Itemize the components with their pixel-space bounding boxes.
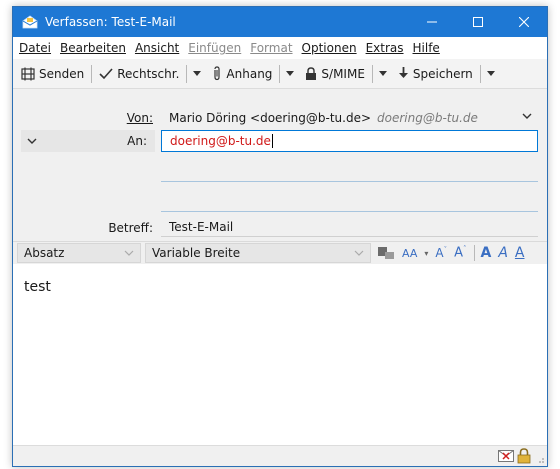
message-body-editor[interactable]: test <box>13 264 547 445</box>
format-toolbar: Absatz Variable Breite AA ▾ Aˇ Aˆ A A A <box>13 241 547 263</box>
spellcheck-dropdown[interactable] <box>190 62 204 86</box>
window-title: Verfassen: Test-E-Mail <box>45 15 176 29</box>
larger-text-icon[interactable]: Aˆ <box>454 245 466 260</box>
save-dropdown[interactable] <box>484 62 498 86</box>
dropdown-arrow-icon <box>486 71 495 76</box>
smime-button[interactable]: S/MIME <box>301 62 369 86</box>
menu-extras[interactable]: Extras <box>366 41 404 55</box>
menu-einfuegen[interactable]: Einfügen <box>188 41 241 55</box>
spellcheck-button[interactable]: Rechtschr. <box>95 62 183 86</box>
attach-button[interactable]: Anhang <box>208 62 276 86</box>
from-selector[interactable]: Mario Döring <doering@b-tu.de> doering@b… <box>161 108 536 128</box>
chevron-down-icon <box>124 250 134 256</box>
close-button[interactable] <box>501 7 547 37</box>
text-color-icon[interactable] <box>378 245 398 261</box>
compose-toolbar: Senden Rechtschr. Anhang S/MIME Speicher… <box>13 59 547 89</box>
menu-format[interactable]: Format <box>250 41 292 55</box>
from-label: Von: <box>126 111 153 125</box>
text-cursor <box>271 134 273 148</box>
bold-icon[interactable]: A <box>481 245 492 261</box>
lock-icon <box>306 67 317 80</box>
dropdown-arrow-icon[interactable]: ▾ <box>424 249 428 258</box>
toolbar-separator <box>91 64 93 83</box>
dropdown-arrow-icon <box>378 71 387 76</box>
signature-status-icon[interactable] <box>498 450 514 462</box>
menu-hilfe[interactable]: Hilfe <box>413 41 440 55</box>
resize-grip-icon[interactable] <box>535 454 545 464</box>
download-arrow-icon <box>398 67 408 78</box>
font-select[interactable]: Variable Breite <box>145 243 371 263</box>
compose-app-icon <box>22 15 38 29</box>
menu-bearbeiten[interactable]: Bearbeiten <box>60 41 126 55</box>
to-label: An: <box>127 134 147 148</box>
smime-dropdown[interactable] <box>376 62 390 86</box>
compose-window: Verfassen: Test-E-Mail Datei Bearbeiten … <box>12 6 548 467</box>
menu-ansicht[interactable]: Ansicht <box>135 41 179 55</box>
dropdown-arrow-icon <box>286 71 295 76</box>
text-size-icon[interactable]: AA <box>402 247 417 260</box>
to-address-value: doering@b-tu.de <box>170 134 271 148</box>
maximize-button[interactable] <box>455 7 501 37</box>
send-icon <box>21 67 35 80</box>
format-separator <box>473 245 475 261</box>
chevron-down-icon <box>522 113 532 119</box>
minimize-button[interactable] <box>409 7 455 37</box>
menu-bar: Datei Bearbeiten Ansicht Einfügen Format… <box>13 37 547 59</box>
message-header: Von: Mario Döring <doering@b-tu.de> doer… <box>13 90 547 241</box>
close-icon <box>519 17 529 27</box>
maximize-icon <box>473 17 483 27</box>
subject-label: Betreff: <box>108 221 153 235</box>
attach-dropdown[interactable] <box>283 62 297 86</box>
underline-icon[interactable]: A <box>515 245 525 261</box>
encryption-lock-icon[interactable] <box>517 448 531 464</box>
checkmark-icon <box>99 67 113 79</box>
toolbar-separator <box>371 64 373 83</box>
from-email: doering@b-tu.de <box>377 111 478 125</box>
subject-value: Test-E-Mail <box>169 219 234 234</box>
save-button[interactable]: Speichern <box>394 62 477 86</box>
chevron-down-icon <box>354 250 364 256</box>
toolbar-separator <box>186 64 188 83</box>
toolbar-separator <box>279 64 281 83</box>
to-address-input[interactable]: doering@b-tu.de <box>161 130 538 152</box>
toolbar-separator <box>479 64 481 83</box>
from-identity: Mario Döring <doering@b-tu.de> <box>169 111 372 125</box>
format-tools: AA ▾ Aˇ Aˆ A A A <box>378 242 532 264</box>
smaller-text-icon[interactable]: Aˇ <box>435 246 447 260</box>
address-row-2[interactable] <box>161 181 538 182</box>
menu-optionen[interactable]: Optionen <box>302 41 357 55</box>
paragraph-format-select[interactable]: Absatz <box>17 243 141 263</box>
paperclip-icon <box>214 66 221 81</box>
minimize-icon <box>427 21 437 23</box>
subject-input[interactable]: Test-E-Mail <box>161 217 538 237</box>
dropdown-arrow-icon <box>193 71 202 76</box>
italic-icon[interactable]: A <box>498 245 508 261</box>
status-bar <box>13 445 547 466</box>
menu-datei[interactable]: Datei <box>19 41 51 55</box>
send-button[interactable]: Senden <box>17 62 88 86</box>
recipient-type-dropdown[interactable]: An: <box>21 130 155 152</box>
chevron-down-icon <box>27 138 37 144</box>
address-row-3[interactable] <box>161 211 538 212</box>
body-text: test <box>24 279 51 295</box>
title-bar[interactable]: Verfassen: Test-E-Mail <box>13 7 547 37</box>
